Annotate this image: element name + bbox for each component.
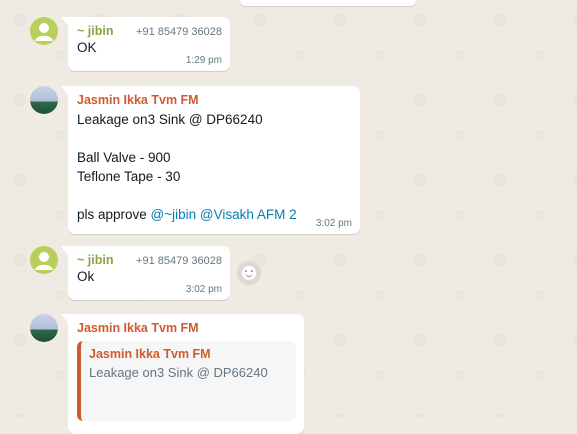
emoji-smiley-icon bbox=[242, 266, 256, 280]
avatar-jasmin[interactable] bbox=[30, 314, 58, 342]
message-line-blank bbox=[77, 129, 352, 148]
bubble-tail bbox=[61, 17, 69, 27]
message-time: 3:02 pm bbox=[185, 284, 222, 295]
avatar-jibin[interactable] bbox=[30, 246, 58, 274]
message-bubble[interactable]: Jasmin Ikka Tvm FM Leakage on3 Sink @ DP… bbox=[61, 86, 360, 234]
quoted-sender-name: Jasmin Ikka Tvm FM bbox=[89, 347, 211, 361]
message-time: 3:02 pm bbox=[315, 218, 352, 229]
bubble-tail bbox=[61, 246, 69, 256]
message-bubble[interactable]: ~ jibin +91 85479 36028 OK 1:29 pm bbox=[61, 17, 230, 71]
mention-visakh[interactable]: @Visakh AFM 2 bbox=[200, 207, 297, 222]
sender-name[interactable]: Jasmin Ikka Tvm FM bbox=[77, 93, 352, 107]
react-button[interactable] bbox=[237, 261, 261, 285]
message-line: Ball Valve - 900 bbox=[77, 150, 171, 165]
message-body: Leakage on3 Sink @ DP66240 Ball Valve - … bbox=[77, 110, 352, 224]
message-header: ~ jibin +91 85479 36028 bbox=[77, 253, 222, 267]
sender-name[interactable]: Jasmin Ikka Tvm FM bbox=[77, 321, 296, 335]
avatar-jasmin[interactable] bbox=[30, 86, 58, 114]
default-user-icon bbox=[35, 23, 53, 41]
message-bubble[interactable]: Jasmin Ikka Tvm FM Jasmin Ikka Tvm FM Le… bbox=[61, 314, 304, 434]
sender-name[interactable]: ~ jibin bbox=[77, 24, 113, 38]
mention-jibin[interactable]: @~jibin bbox=[151, 207, 197, 222]
message-bubble[interactable]: ~ jibin +91 85479 36028 Ok 3:02 pm bbox=[61, 246, 230, 300]
quoted-message[interactable]: Jasmin Ikka Tvm FM Leakage on3 Sink @ DP… bbox=[77, 341, 296, 421]
sender-phone: +91 85479 36028 bbox=[136, 26, 222, 38]
message-time: 1:29 pm bbox=[185, 55, 222, 66]
sender-name[interactable]: ~ jibin bbox=[77, 253, 113, 267]
message-line: Leakage on3 Sink @ DP66240 bbox=[77, 112, 263, 127]
message-header: ~ jibin +91 85479 36028 bbox=[77, 24, 222, 38]
message-line-blank bbox=[77, 186, 352, 205]
bubble-tail bbox=[61, 86, 69, 96]
quoted-text: Leakage on3 Sink @ DP66240 bbox=[89, 365, 268, 380]
sender-phone: +91 85479 36028 bbox=[136, 255, 222, 267]
default-user-icon bbox=[35, 252, 53, 270]
message-line: pls approve @~jibin @Visakh AFM 2 bbox=[77, 205, 352, 224]
previous-message-bubble[interactable] bbox=[240, 0, 416, 6]
message-line-prefix: pls approve bbox=[77, 207, 151, 222]
bubble-tail bbox=[61, 314, 69, 324]
avatar-jibin[interactable] bbox=[30, 17, 58, 45]
message-line: Teflone Tape - 30 bbox=[77, 169, 181, 184]
